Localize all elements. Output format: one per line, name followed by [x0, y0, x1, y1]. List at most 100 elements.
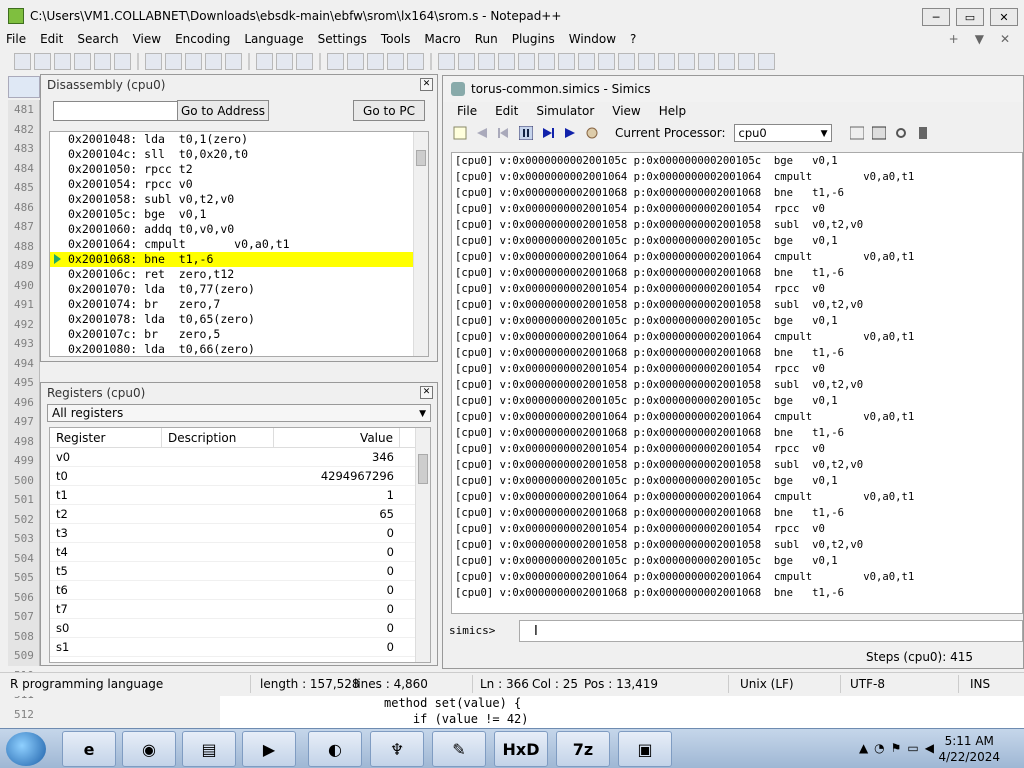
npp-toolbar-button-icon[interactable]: [407, 52, 424, 70]
go-to-address-button[interactable]: Go to Address: [177, 100, 269, 121]
notepadpp-taskbar-icon[interactable]: ✎: [432, 731, 486, 767]
column-register[interactable]: Register: [50, 428, 162, 447]
table-row[interactable]: t3 0: [50, 524, 430, 543]
table-row[interactable]: t2 65: [50, 505, 430, 524]
npp-toolbar-button-icon[interactable]: [718, 52, 735, 70]
app-icon[interactable]: ◐: [308, 731, 362, 767]
npp-toolbar-button-icon[interactable]: [758, 52, 775, 70]
npp-menu-item[interactable]: Settings: [318, 32, 367, 50]
reverse-icon[interactable]: [475, 126, 489, 140]
go-to-pc-button[interactable]: Go to PC: [353, 100, 425, 121]
npp-menu-item[interactable]: File: [6, 32, 26, 50]
npp-toolbar-button-icon[interactable]: [598, 52, 615, 70]
maximize-button[interactable]: ▭: [956, 8, 984, 26]
npp-menu-item[interactable]: Macro: [424, 32, 460, 50]
simics-taskbar-icon[interactable]: ♆: [370, 731, 424, 767]
display-icon[interactable]: ▭: [907, 741, 918, 755]
npp-toolbar-button-icon[interactable]: [185, 52, 202, 70]
npp-menu-item[interactable]: ?: [630, 32, 636, 50]
hex-view-icon[interactable]: [871, 126, 886, 140]
npp-toolbar-button-icon[interactable]: [618, 52, 635, 70]
table-row[interactable]: t7 0: [50, 600, 430, 619]
npp-toolbar-button-icon[interactable]: [319, 52, 321, 70]
npp-menu-item[interactable]: Encoding: [175, 32, 230, 50]
start-button[interactable]: [6, 732, 46, 766]
npp-toolbar-button-icon[interactable]: [367, 52, 384, 70]
firefox-icon[interactable]: ◉: [122, 731, 176, 767]
table-row[interactable]: t4 0: [50, 543, 430, 562]
npp-toolbar-button-icon[interactable]: [438, 52, 455, 70]
npp-toolbar-button-icon[interactable]: [658, 52, 675, 70]
simics-menu-item[interactable]: Simulator: [536, 102, 594, 120]
close-icon[interactable]: ✕: [420, 78, 433, 91]
scroll-thumb[interactable]: [418, 454, 428, 484]
npp-toolbar-button-icon[interactable]: [738, 52, 755, 70]
registers-scrollbar[interactable]: [415, 428, 430, 662]
npp-toolbar-button-icon[interactable]: [578, 52, 595, 70]
npp-toolbar-button-icon[interactable]: [518, 52, 535, 70]
simics-command-input[interactable]: I: [519, 620, 1023, 642]
disassembly-scrollbar[interactable]: [413, 132, 428, 356]
npp-toolbar-button-icon[interactable]: [205, 52, 222, 70]
table-row[interactable]: t0 4294967296: [50, 467, 430, 486]
npp-toolbar-button-icon[interactable]: [558, 52, 575, 70]
internet-explorer-icon[interactable]: e: [62, 731, 116, 767]
disassembly-row[interactable]: 0x2001050: rpcc t2: [50, 162, 428, 177]
npp-menu-item[interactable]: Tools: [381, 32, 411, 50]
npp-toolbar-button-icon[interactable]: [387, 52, 404, 70]
disassembly-row[interactable]: 0x2001058: subl v0,t2,v0: [50, 192, 428, 207]
disassembly-row[interactable]: 0x2001054: rpcc v0: [50, 177, 428, 192]
npp-toolbar-button-icon[interactable]: [145, 52, 162, 70]
table-row[interactable]: t1 1: [50, 486, 430, 505]
npp-toolbar-button-icon[interactable]: [14, 52, 31, 70]
new-session-icon[interactable]: [453, 126, 467, 140]
disassembly-row[interactable]: 0x2001080: lda t0,66(zero): [50, 342, 428, 357]
npp-toolbar-button-icon[interactable]: [678, 52, 695, 70]
system-clock[interactable]: 5:11 AM 4/22/2024: [938, 733, 1000, 765]
npp-toolbar-button-icon[interactable]: [478, 52, 495, 70]
npp-toolbar-button-icon[interactable]: [638, 52, 655, 70]
table-row[interactable]: t6 0: [50, 581, 430, 600]
npp-toolbar-button-icon[interactable]: [458, 52, 475, 70]
volume-icon[interactable]: ◀: [925, 741, 934, 755]
simics-menu-item[interactable]: File: [457, 102, 477, 120]
settings-icon[interactable]: [894, 126, 908, 140]
scroll-thumb[interactable]: [416, 150, 426, 166]
simics-menu-item[interactable]: Help: [659, 102, 686, 120]
npp-menu-right-button[interactable]: +: [949, 32, 959, 46]
npp-toolbar-button-icon[interactable]: [347, 52, 364, 70]
register-filter-select[interactable]: All registers ▼: [47, 404, 431, 422]
disassembly-row[interactable]: 0x2001048: lda t0,1(zero): [50, 132, 428, 147]
reverse-step-icon[interactable]: [497, 126, 511, 140]
npp-toolbar-button-icon[interactable]: [538, 52, 555, 70]
step-forward-icon[interactable]: [541, 126, 555, 140]
column-description[interactable]: Description: [162, 428, 274, 447]
npp-toolbar-button-icon[interactable]: [225, 52, 242, 70]
npp-toolbar-button-icon[interactable]: [34, 52, 51, 70]
file-explorer-icon[interactable]: ▤: [182, 731, 236, 767]
disassembly-row[interactable]: 0x200104c: sll t0,0x20,t0: [50, 147, 428, 162]
disassembly-row[interactable]: 0x200106c: ret zero,t12: [50, 267, 428, 282]
disassembly-row[interactable]: 0x2001064: cmpult v0,a0,t1: [50, 237, 428, 252]
column-value[interactable]: Value: [274, 428, 400, 447]
current-processor-select[interactable]: cpu0 ▼: [733, 124, 832, 142]
npp-toolbar-button-icon[interactable]: [698, 52, 715, 70]
npp-toolbar-button-icon[interactable]: [430, 52, 432, 70]
npp-toolbar-button-icon[interactable]: [137, 52, 139, 70]
network-icon[interactable]: ◔: [874, 741, 884, 755]
npp-menu-item[interactable]: Language: [244, 32, 303, 50]
npp-toolbar-button-icon[interactable]: [165, 52, 182, 70]
npp-menu-item[interactable]: Search: [77, 32, 118, 50]
npp-toolbar-button-icon[interactable]: [74, 52, 91, 70]
remote-desktop-icon[interactable]: ▣: [618, 731, 672, 767]
chip-icon[interactable]: [916, 126, 930, 140]
disassembly-row[interactable]: 0x2001078: lda t0,65(zero): [50, 312, 428, 327]
npp-toolbar-button-icon[interactable]: [498, 52, 515, 70]
table-row[interactable]: s0 0: [50, 619, 430, 638]
close-button[interactable]: ✕: [990, 8, 1018, 26]
table-row[interactable]: v0 346: [50, 448, 430, 467]
run-forward-icon[interactable]: [563, 126, 577, 140]
npp-menu-item[interactable]: Window: [569, 32, 616, 50]
npp-toolbar-button-icon[interactable]: [256, 52, 273, 70]
disassembly-row[interactable]: 0x2001068: bne t1,-6: [50, 252, 428, 267]
